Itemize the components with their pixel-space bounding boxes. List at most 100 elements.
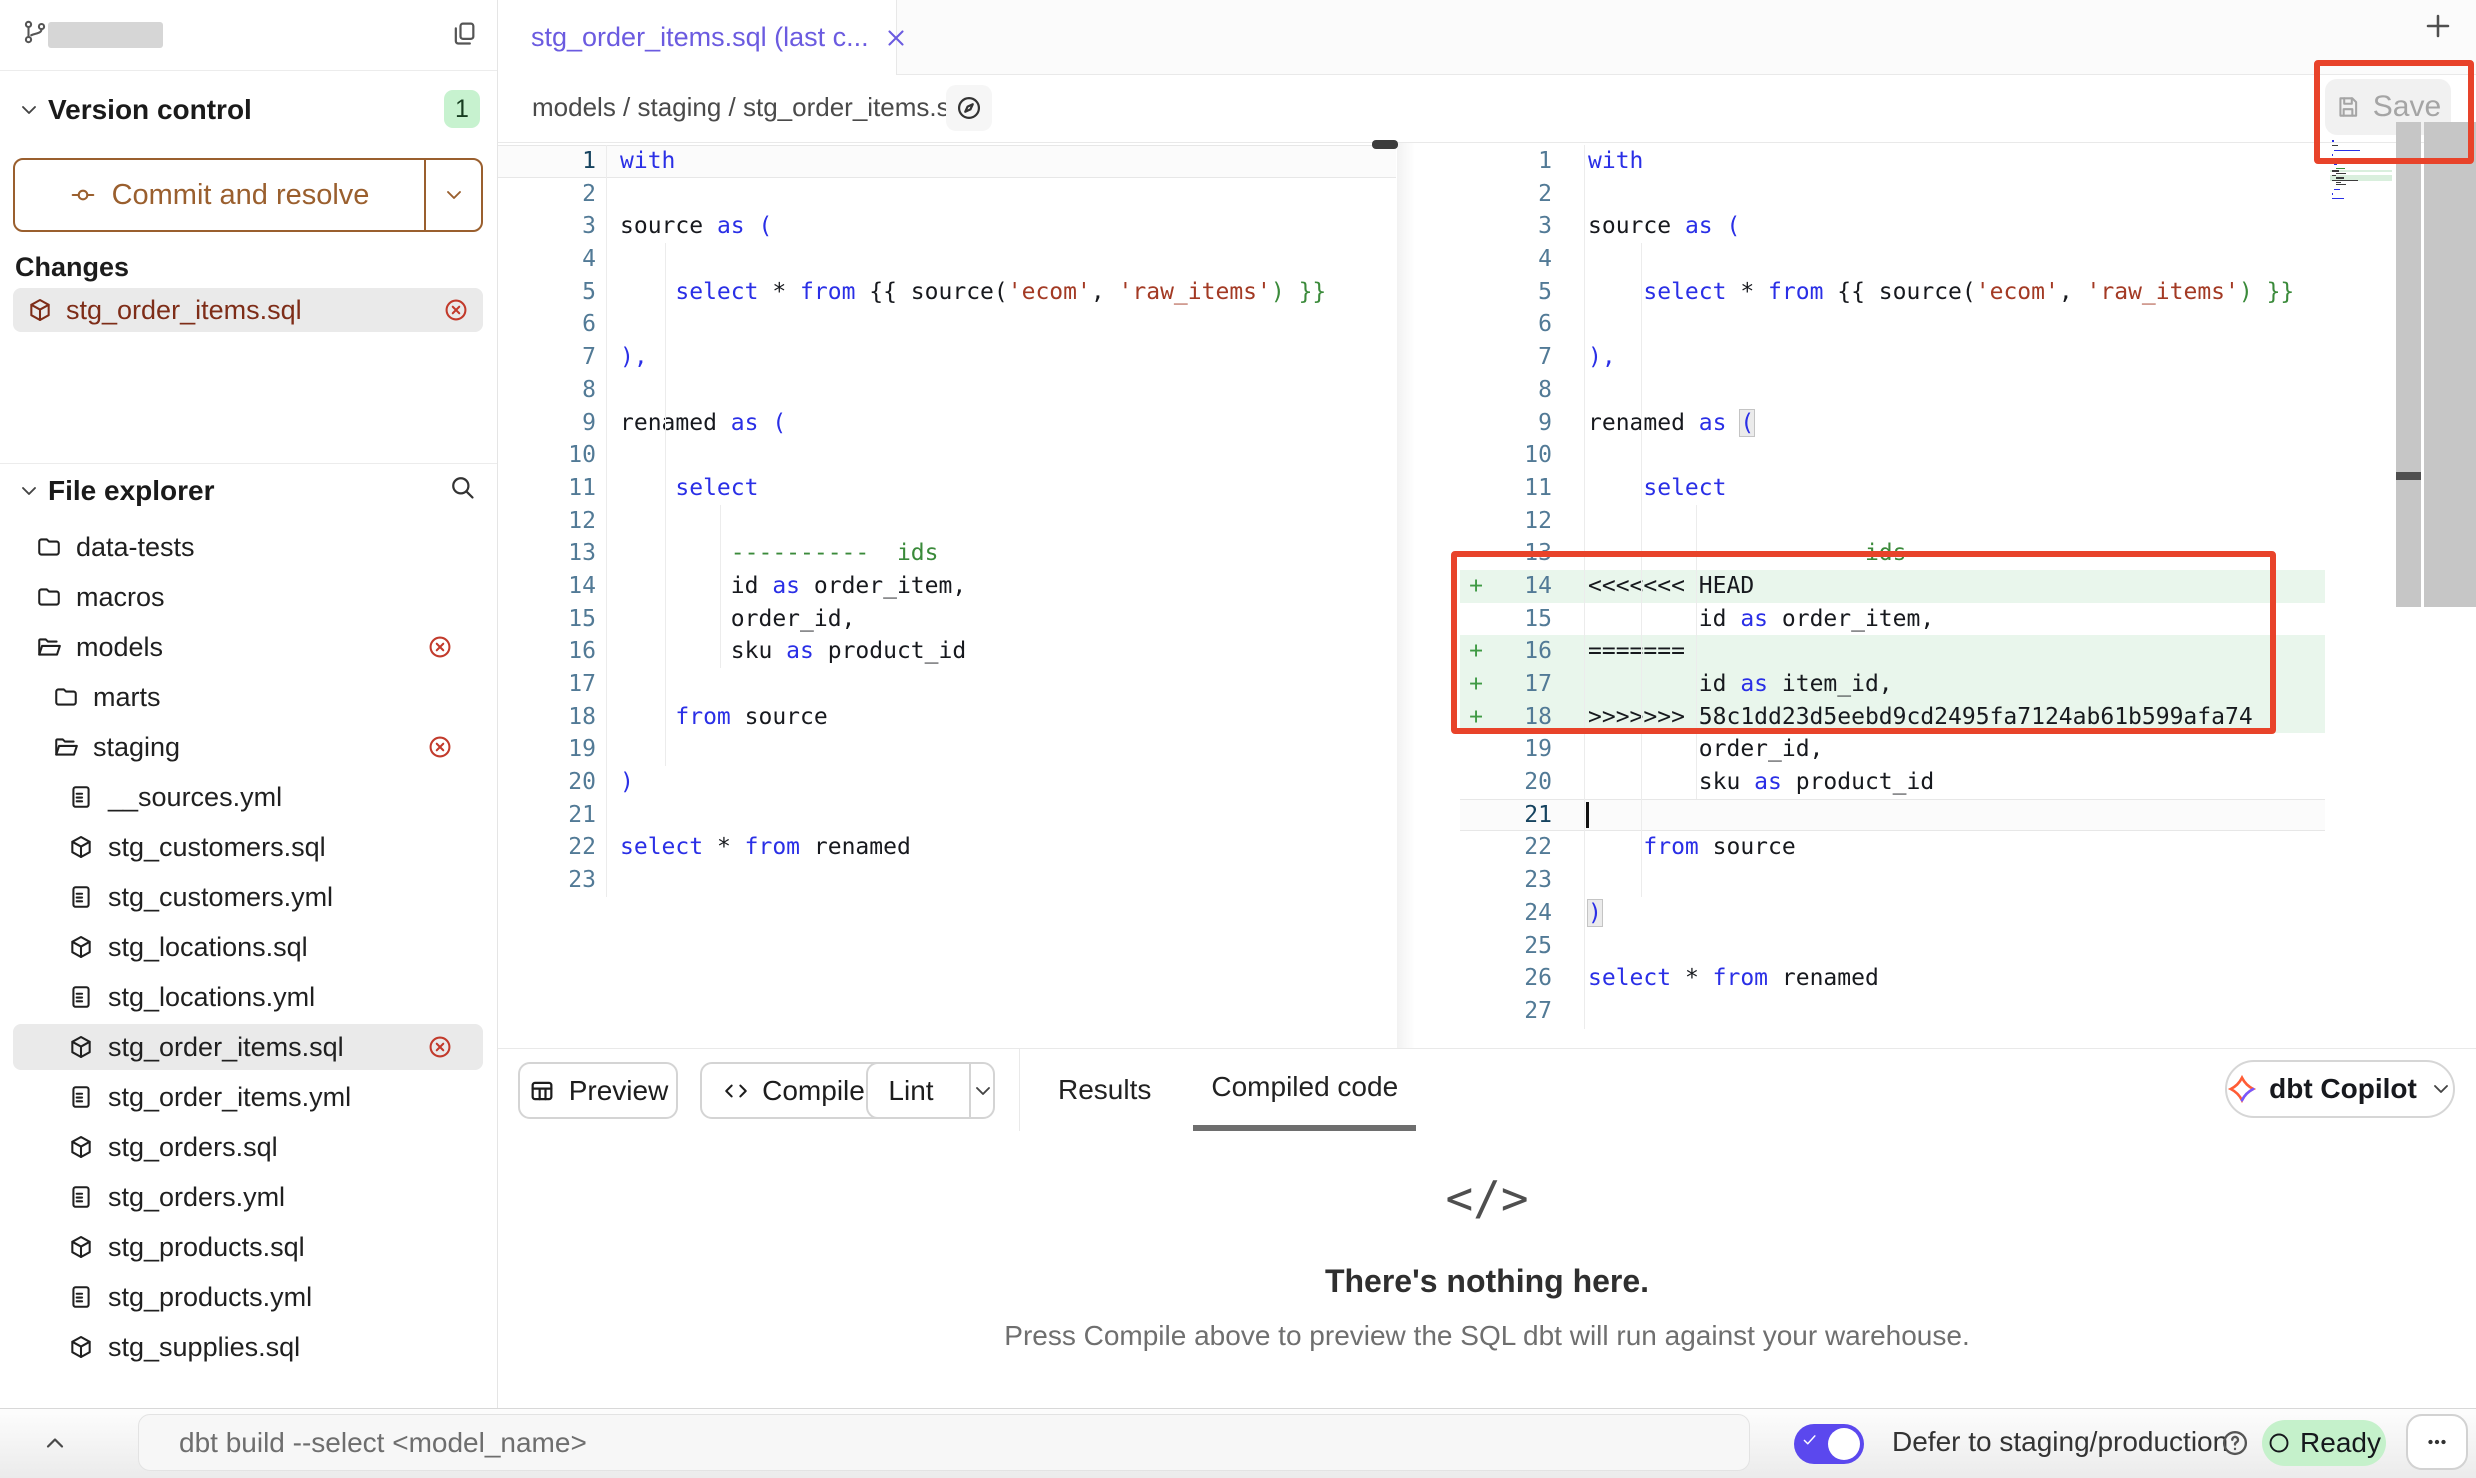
code-line-13[interactable]: 13 ---------- ids [1460,537,2325,570]
file-item-stg_order_items.sql[interactable]: stg_order_items.sql [13,1024,483,1070]
window-scrollbar-track[interactable] [2424,122,2476,607]
code-line-27[interactable]: 27 [1460,995,2325,1028]
code-line-14[interactable]: 14 id as order_item, [498,570,1396,603]
code-line-25[interactable]: 25 [1460,930,2325,963]
file-item-stg_supplies.sql[interactable]: stg_supplies.sql [13,1324,483,1370]
code-line-1[interactable]: 1with [1460,145,2325,178]
editor-scrollbar-track[interactable] [2396,122,2421,607]
code-line-10[interactable]: 10 [1460,439,2325,472]
code-line-3[interactable]: 3source as ( [1460,210,2325,243]
code-line-9[interactable]: 9renamed as ( [1460,407,2325,440]
code-line-4[interactable]: 4 [498,243,1396,276]
code-line-13[interactable]: 13 ---------- ids [498,537,1396,570]
file-item-data-tests[interactable]: data-tests [13,524,483,570]
code-line-7[interactable]: 7), [498,341,1396,374]
pane-divider[interactable] [1397,143,1427,1048]
editor-scrollbar-thumb[interactable] [2396,472,2421,480]
file-item-stg_locations.sql[interactable]: stg_locations.sql [13,924,483,970]
code-line-22[interactable]: 22 from source [1460,831,2325,864]
code-line-7[interactable]: 7), [1460,341,2325,374]
file-item-stg_products.sql[interactable]: stg_products.sql [13,1224,483,1270]
code-line-11[interactable]: 11 select [1460,472,2325,505]
file-item-stg_products.yml[interactable]: stg_products.yml [13,1274,483,1320]
code-line-2[interactable]: 2 [1460,178,2325,211]
code-line-20[interactable]: 20 sku as product_id [1460,766,2325,799]
chevron-down-icon[interactable] [17,98,41,122]
code-line-4[interactable]: 4 [1460,243,2325,276]
status-badge-ready[interactable]: Ready [2262,1420,2386,1466]
code-line-1[interactable]: 1with [498,145,1396,178]
compile-button[interactable]: Compile [700,1062,888,1119]
file-item-stg_locations.yml[interactable]: stg_locations.yml [13,974,483,1020]
code-line-18[interactable]: +18>>>>>>> 58c1dd23d5eebd9cd2495fa7124ab… [1460,701,2325,734]
code-line-3[interactable]: 3source as ( [498,210,1396,243]
code-line-23[interactable]: 23 [1460,864,2325,897]
file-item-stg_order_items.yml[interactable]: stg_order_items.yml [13,1074,483,1120]
lint-button[interactable]: Lint [866,1062,995,1119]
code-line-12[interactable]: 12 [1460,505,2325,538]
code-line-22[interactable]: 22select * from renamed [498,831,1396,864]
code-line-9[interactable]: 9renamed as ( [498,407,1396,440]
file-item-staging[interactable]: staging [13,724,483,770]
file-item-models[interactable]: models [13,624,483,670]
code-line-16[interactable]: 16 sku as product_id [498,635,1396,668]
code-line-11[interactable]: 11 select [498,472,1396,505]
code-line-15[interactable]: 15 id as order_item, [1460,603,2325,636]
new-tab-button[interactable] [2420,8,2456,44]
more-options-button[interactable] [2406,1414,2468,1470]
code-line-18[interactable]: 18 from source [498,701,1396,734]
file-item-macros[interactable]: macros [13,574,483,620]
code-line-12[interactable]: 12 [498,505,1396,538]
code-line-19[interactable]: 19 order_id, [1460,733,2325,766]
code-line-17[interactable]: +17 id as item_id, [1460,668,2325,701]
lineage-button[interactable] [946,85,992,131]
code-line-8[interactable]: 8 [1460,374,2325,407]
code-line-15[interactable]: 15 order_id, [498,603,1396,636]
code-line-17[interactable]: 17 [498,668,1396,701]
editor-pane-left[interactable]: 1with23source as (45 select * from {{ so… [498,145,1396,897]
code-line-6[interactable]: 6 [1460,308,2325,341]
code-line-8[interactable]: 8 [498,374,1396,407]
help-question-icon[interactable] [2220,1428,2250,1458]
code-line-14[interactable]: +14<<<<<<< HEAD [1460,570,2325,603]
code-line-21[interactable]: 21 [1460,799,2325,832]
file-item-marts[interactable]: marts [13,674,483,720]
code-line-10[interactable]: 10 [498,439,1396,472]
commit-dropdown-button[interactable] [424,160,481,230]
commit-main[interactable]: Commit and resolve [15,160,424,230]
defer-toggle[interactable] [1794,1424,1864,1464]
code-line-2[interactable]: 2 [498,178,1396,211]
code-line-16[interactable]: +16======= [1460,635,2325,668]
code-line-19[interactable]: 19 [498,733,1396,766]
code-line-24[interactable]: 24) [1460,897,2325,930]
code-line-26[interactable]: 26select * from renamed [1460,962,2325,995]
collapse-panel-button[interactable] [36,1424,74,1462]
commit-and-resolve-button[interactable]: Commit and resolve [13,158,483,232]
close-icon[interactable] [883,25,909,51]
tab-results[interactable]: Results [1040,1048,1169,1131]
code-line-23[interactable]: 23 [498,864,1396,897]
code-line-5[interactable]: 5 select * from {{ source('ecom', 'raw_i… [1460,276,2325,309]
minimap[interactable] [2330,140,2394,210]
file-item-stg_customers.yml[interactable]: stg_customers.yml [13,874,483,920]
changed-file-row[interactable]: stg_order_items.sql [13,288,483,332]
code-line-21[interactable]: 21 [498,799,1396,832]
chevron-down-icon[interactable] [17,479,41,503]
lint-dropdown-button[interactable] [969,1064,995,1117]
lint-main[interactable]: Lint [866,1064,955,1117]
preview-button[interactable]: Preview [518,1062,678,1119]
left-scrollbar-thumb[interactable] [1372,140,1398,149]
file-item-__sources.yml[interactable]: __sources.yml [13,774,483,820]
file-item-stg_customers.sql[interactable]: stg_customers.sql [13,824,483,870]
tab-stg-order-items[interactable]: stg_order_items.sql (last c... [498,0,897,75]
copy-files-icon[interactable] [450,19,478,47]
code-line-20[interactable]: 20) [498,766,1396,799]
file-item-stg_orders.yml[interactable]: stg_orders.yml [13,1174,483,1220]
file-item-stg_orders.sql[interactable]: stg_orders.sql [13,1124,483,1170]
dbt-copilot-button[interactable]: dbt Copilot [2225,1060,2455,1118]
command-input[interactable] [139,1427,1749,1459]
code-line-6[interactable]: 6 [498,308,1396,341]
search-icon[interactable] [448,473,476,501]
editor-pane-right[interactable]: 1with23source as (45 select * from {{ so… [1460,145,2325,1028]
code-line-5[interactable]: 5 select * from {{ source('ecom', 'raw_i… [498,276,1396,309]
